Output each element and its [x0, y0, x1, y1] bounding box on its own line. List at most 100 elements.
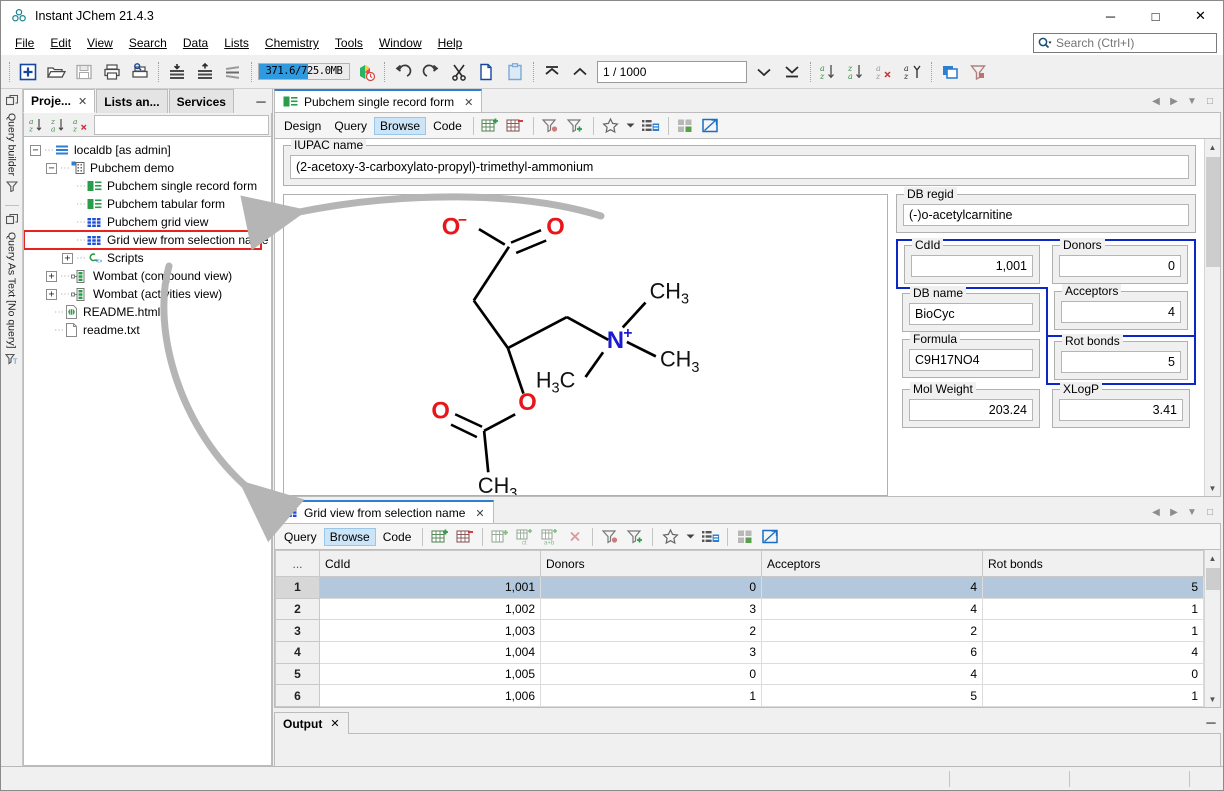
clear-filter-icon[interactable]	[964, 58, 992, 86]
save-icon[interactable]	[70, 58, 98, 86]
export-icon[interactable]	[191, 58, 219, 86]
table-row[interactable]: 3 1,003 2 2 1	[276, 620, 1204, 642]
menu-view[interactable]: View	[79, 33, 121, 53]
favorites-icon-grid[interactable]	[658, 526, 682, 548]
last-record-icon[interactable]	[778, 58, 806, 86]
next-view-icon-grid[interactable]: ▶	[1166, 503, 1182, 521]
global-search[interactable]	[1033, 33, 1217, 53]
input-formula[interactable]: C9H17NO4	[909, 349, 1033, 371]
cell-cdid[interactable]: 1,006	[320, 685, 541, 707]
add-formula-column-icon[interactable]: a+b	[538, 526, 562, 548]
custom-sort-icon[interactable]: a z	[899, 58, 927, 86]
previous-record-icon[interactable]	[566, 58, 594, 86]
sort-za-icon[interactable]: z a	[48, 115, 70, 135]
row-number[interactable]: 2	[276, 598, 320, 620]
grid-scroll-down-icon[interactable]: ▼	[1205, 691, 1221, 707]
tree-node-wombat-activities-view[interactable]: + ⋯ Wombat (activities view)	[24, 285, 271, 303]
paste-icon[interactable]	[501, 58, 529, 86]
cell-cdid[interactable]: 1,002	[320, 598, 541, 620]
view-list-icon[interactable]: ▼	[1184, 92, 1200, 110]
input-xlogp[interactable]: 3.41	[1059, 399, 1183, 421]
grid-scrollbar-thumb[interactable]	[1206, 568, 1220, 590]
menu-help[interactable]: Help	[430, 33, 471, 53]
menu-data[interactable]: Data	[175, 33, 216, 53]
tree-node-wombat-compound-view[interactable]: + ⋯ Wombat (compound view)	[24, 267, 271, 285]
tree-node-pubchem-tabular-form[interactable]: ⋯ Pubchem tabular form	[24, 195, 271, 213]
record-navigation-field[interactable]: 1 / 1000	[597, 61, 747, 83]
expander-expand-icon-2[interactable]: +	[46, 271, 57, 282]
tab-close-icon[interactable]: ✕	[464, 96, 473, 109]
clear-sort-icon-tree[interactable]: a z	[70, 115, 92, 135]
row-number[interactable]: 6	[276, 685, 320, 707]
undo-icon[interactable]	[389, 58, 417, 86]
menu-chemistry[interactable]: Chemistry	[257, 33, 327, 53]
clear-filter-icon-form[interactable]	[539, 115, 563, 137]
tab-projects[interactable]: Proje... ✕	[23, 89, 95, 113]
next-view-icon[interactable]: ▶	[1166, 92, 1182, 110]
tree-node-scripts[interactable]: + ⋯ <> Scripts	[24, 249, 271, 267]
sort-az-icon[interactable]: a z	[26, 115, 48, 135]
delete-row-icon[interactable]	[504, 115, 528, 137]
tree-node-pubchem-grid-view[interactable]: ⋯ Pubchem grid view	[24, 213, 271, 231]
input-db-name[interactable]: BioCyc	[909, 303, 1033, 325]
row-number[interactable]: 3	[276, 620, 320, 642]
memory-gauge[interactable]: 371.6/725.0MB	[258, 63, 350, 80]
remove-column-icon[interactable]	[563, 526, 587, 548]
tab-output-close-icon[interactable]: ✕	[330, 717, 339, 730]
next-record-icon[interactable]	[750, 58, 778, 86]
column-header-acceptors[interactable]: Acceptors	[762, 551, 983, 577]
copy-icon[interactable]	[473, 58, 501, 86]
cell-rot-bonds[interactable]: 5	[983, 577, 1204, 599]
cell-acceptors[interactable]: 6	[762, 641, 983, 663]
cell-donors[interactable]: 3	[541, 598, 762, 620]
menu-search[interactable]: Search	[121, 33, 175, 53]
query-as-text-tab[interactable]: Query As Text [No query] T	[3, 228, 21, 372]
cell-cdid[interactable]: 1,004	[320, 641, 541, 663]
prev-view-icon[interactable]: ◀	[1148, 92, 1164, 110]
input-rot-bonds[interactable]: 5	[1061, 351, 1181, 373]
delete-row-icon-grid[interactable]	[453, 526, 477, 548]
cell-acceptors[interactable]: 4	[762, 598, 983, 620]
clear-filter-icon-grid[interactable]	[598, 526, 622, 548]
table-row[interactable]: 6 1,006 1 5 1	[276, 685, 1204, 707]
cut-icon[interactable]	[445, 58, 473, 86]
view-list-icon-grid[interactable]: ▼	[1184, 503, 1200, 521]
sort-ascending-icon[interactable]: a z	[815, 58, 843, 86]
detach-icon-grid[interactable]	[758, 526, 782, 548]
o-acetylcarnitine-structure[interactable]: O − O O O N + CH3	[283, 194, 888, 496]
expander-expand-icon[interactable]: +	[62, 253, 73, 264]
cell-donors[interactable]: 0	[541, 577, 762, 599]
import-icon[interactable]	[163, 58, 191, 86]
tab-grid-view-from-selection-name[interactable]: Grid view from selection name ✕	[274, 500, 494, 524]
maximize-view-icon[interactable]: □	[1202, 92, 1218, 110]
column-header-cdid[interactable]: CdId	[320, 551, 541, 577]
layout-icon-grid[interactable]	[733, 526, 757, 548]
form-vertical-scrollbar[interactable]: ▲ ▼	[1204, 139, 1220, 496]
collapse-strip-icon-top[interactable]	[4, 93, 20, 109]
add-filter-icon[interactable]	[564, 115, 588, 137]
column-header-rot-bonds[interactable]: Rot bonds	[983, 551, 1204, 577]
input-donors[interactable]: 0	[1059, 255, 1181, 277]
tree-node-localdb[interactable]: − ⋯ localdb [as admin]	[24, 141, 271, 159]
tree-node-pubchem-single-record-form[interactable]: ⋯ Pubchem single record form	[24, 177, 271, 195]
prev-view-icon-grid[interactable]: ◀	[1148, 503, 1164, 521]
grid-scrollbar-track[interactable]	[1205, 566, 1221, 691]
first-record-icon[interactable]	[538, 58, 566, 86]
menu-edit[interactable]: Edit	[42, 33, 79, 53]
garbage-collect-icon[interactable]	[352, 58, 380, 86]
expander-collapse-icon[interactable]: −	[30, 145, 41, 156]
cell-cdid[interactable]: 1,005	[320, 663, 541, 685]
cell-acceptors[interactable]: 5	[762, 685, 983, 707]
layout-icon[interactable]	[674, 115, 698, 137]
input-iupac-name[interactable]: (2-acetoxy-3-carboxylato-propyl)-trimeth…	[290, 155, 1189, 179]
open-project-icon[interactable]	[42, 58, 70, 86]
cell-donors[interactable]: 0	[541, 663, 762, 685]
menu-tools[interactable]: Tools	[327, 33, 371, 53]
add-row-icon[interactable]	[479, 115, 503, 137]
row-number[interactable]: 5	[276, 663, 320, 685]
tree-node-readme-txt[interactable]: ⋯ readme.txt	[24, 321, 271, 339]
tab-pubchem-single-record-form[interactable]: Pubchem single record form ✕	[274, 89, 482, 113]
print-preview-icon[interactable]	[126, 58, 154, 86]
tab-lists-and[interactable]: Lists an...	[96, 89, 167, 113]
expander-collapse-icon-2[interactable]: −	[46, 163, 57, 174]
